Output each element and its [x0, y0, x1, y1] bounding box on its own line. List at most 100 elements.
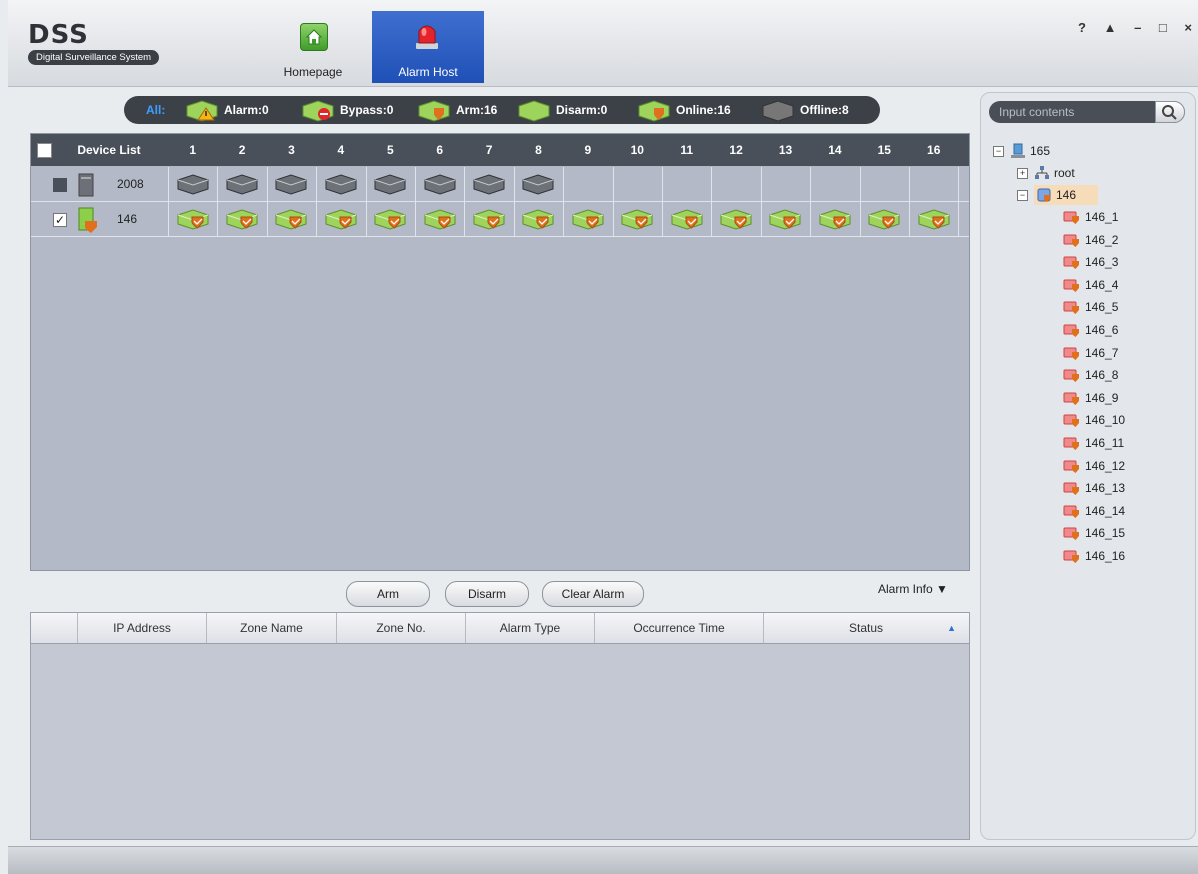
collapse-icon[interactable]: −: [993, 145, 1004, 157]
alarm-info-toggle[interactable]: Alarm Info ▼: [878, 582, 948, 596]
tab-homepage[interactable]: Homepage: [268, 11, 358, 83]
armed-zone-icon[interactable]: [867, 207, 901, 231]
zone-cell[interactable]: [217, 167, 268, 201]
tree-zone-item[interactable]: 146_13: [1063, 478, 1125, 498]
tree-zone-item[interactable]: 146_15: [1063, 523, 1125, 543]
zone-cell[interactable]: [415, 202, 466, 236]
filter-bypass[interactable]: Bypass:0: [300, 96, 393, 124]
filter-arm[interactable]: Arm:16: [416, 96, 497, 124]
zone-cell[interactable]: [613, 167, 663, 201]
col-zone-no[interactable]: Zone No.: [337, 613, 466, 643]
tree-node-root[interactable]: + root: [1017, 163, 1075, 183]
filter-offline[interactable]: Offline:8: [760, 96, 849, 124]
armed-zone-icon[interactable]: [620, 207, 654, 231]
offline-zone-icon[interactable]: [274, 172, 308, 196]
zone-cell[interactable]: [909, 167, 960, 201]
disarm-button[interactable]: Disarm: [445, 581, 529, 607]
zone-cell[interactable]: [810, 202, 861, 236]
offline-zone-icon[interactable]: [472, 172, 506, 196]
armed-zone-icon[interactable]: [423, 207, 457, 231]
col-zone-name[interactable]: Zone Name: [207, 613, 337, 643]
col-status[interactable]: Status ▲: [764, 613, 968, 643]
armed-zone-icon[interactable]: [472, 207, 506, 231]
row-checkbox-checked[interactable]: ✓: [53, 213, 67, 227]
tab-alarm-host[interactable]: Alarm Host: [372, 11, 484, 83]
tree-zone-item[interactable]: 146_11: [1063, 433, 1124, 453]
device-row-146[interactable]: ✓ 146: [31, 202, 969, 237]
zone-cell[interactable]: [662, 167, 713, 201]
filter-disarm[interactable]: Disarm:0: [516, 96, 607, 124]
search-input[interactable]: Input contents: [999, 101, 1074, 123]
tree-node-146[interactable]: − 146: [1017, 185, 1099, 205]
search-button[interactable]: [1155, 101, 1185, 123]
zone-cell[interactable]: [563, 167, 614, 201]
offline-zone-icon[interactable]: [225, 172, 259, 196]
tree-zone-item[interactable]: 146_16: [1063, 546, 1125, 566]
zone-cell[interactable]: [168, 202, 219, 236]
zone-cell[interactable]: [860, 202, 910, 236]
zone-cell[interactable]: [267, 202, 318, 236]
tree-zone-item[interactable]: 146_1: [1063, 207, 1118, 227]
minimize-button[interactable]: –: [1134, 20, 1141, 35]
maximize-button[interactable]: □: [1159, 20, 1167, 35]
collapse-icon[interactable]: −: [1017, 189, 1028, 201]
zone-cell[interactable]: [761, 202, 812, 236]
zone-cell[interactable]: [366, 202, 416, 236]
armed-zone-icon[interactable]: [176, 207, 210, 231]
help-button[interactable]: ?: [1078, 20, 1086, 35]
zone-cell[interactable]: [563, 202, 614, 236]
zone-cell[interactable]: [514, 202, 565, 236]
zone-cell[interactable]: [217, 202, 268, 236]
offline-zone-icon[interactable]: [423, 172, 457, 196]
armed-zone-icon[interactable]: [274, 207, 308, 231]
tree-zone-item[interactable]: 146_10: [1063, 410, 1125, 430]
armed-zone-icon[interactable]: [324, 207, 358, 231]
clear-alarm-button[interactable]: Clear Alarm: [542, 581, 644, 607]
select-all-checkbox[interactable]: [37, 143, 52, 158]
offline-zone-icon[interactable]: [521, 172, 555, 196]
armed-zone-icon[interactable]: [225, 207, 259, 231]
zone-cell[interactable]: [316, 202, 367, 236]
zone-cell[interactable]: [613, 202, 663, 236]
tree-zone-item[interactable]: 146_12: [1063, 456, 1125, 476]
arm-button[interactable]: Arm: [346, 581, 430, 607]
zone-cell[interactable]: [464, 167, 515, 201]
filter-online[interactable]: Online:16: [636, 96, 731, 124]
zone-cell[interactable]: [267, 167, 318, 201]
tree-zone-item[interactable]: 146_4: [1063, 275, 1118, 295]
tree-zone-item[interactable]: 146_8: [1063, 365, 1118, 385]
zone-cell[interactable]: [366, 167, 416, 201]
lock-button[interactable]: ▲: [1104, 20, 1117, 35]
col-ip-address[interactable]: IP Address: [78, 613, 207, 643]
armed-zone-icon[interactable]: [719, 207, 753, 231]
device-row-2008[interactable]: 2008: [31, 167, 969, 202]
armed-zone-icon[interactable]: [818, 207, 852, 231]
close-button[interactable]: ×: [1184, 20, 1192, 35]
zone-cell[interactable]: [909, 202, 960, 236]
filter-alarm[interactable]: Alarm:0: [184, 96, 269, 124]
zone-cell[interactable]: [168, 167, 219, 201]
expand-icon[interactable]: +: [1017, 167, 1028, 179]
armed-zone-icon[interactable]: [373, 207, 407, 231]
tree-zone-item[interactable]: 146_7: [1063, 343, 1118, 363]
zone-cell[interactable]: [514, 167, 565, 201]
tree-zone-item[interactable]: 146_2: [1063, 230, 1118, 250]
offline-zone-icon[interactable]: [324, 172, 358, 196]
zone-cell[interactable]: [711, 202, 762, 236]
col-alarm-type[interactable]: Alarm Type: [466, 613, 595, 643]
zone-cell[interactable]: [711, 167, 762, 201]
armed-zone-icon[interactable]: [521, 207, 555, 231]
armed-zone-icon[interactable]: [768, 207, 802, 231]
zone-cell[interactable]: [662, 202, 713, 236]
col-occurrence-time[interactable]: Occurrence Time: [595, 613, 764, 643]
offline-zone-icon[interactable]: [373, 172, 407, 196]
zone-cell[interactable]: [464, 202, 515, 236]
zone-cell[interactable]: [761, 167, 812, 201]
tree-zone-item[interactable]: 146_14: [1063, 501, 1125, 521]
offline-zone-icon[interactable]: [176, 172, 210, 196]
armed-zone-icon[interactable]: [571, 207, 605, 231]
row-checkbox[interactable]: [53, 178, 67, 192]
zone-cell[interactable]: [860, 167, 910, 201]
tree-zone-item[interactable]: 146_9: [1063, 388, 1118, 408]
filter-all[interactable]: All:: [142, 96, 165, 124]
